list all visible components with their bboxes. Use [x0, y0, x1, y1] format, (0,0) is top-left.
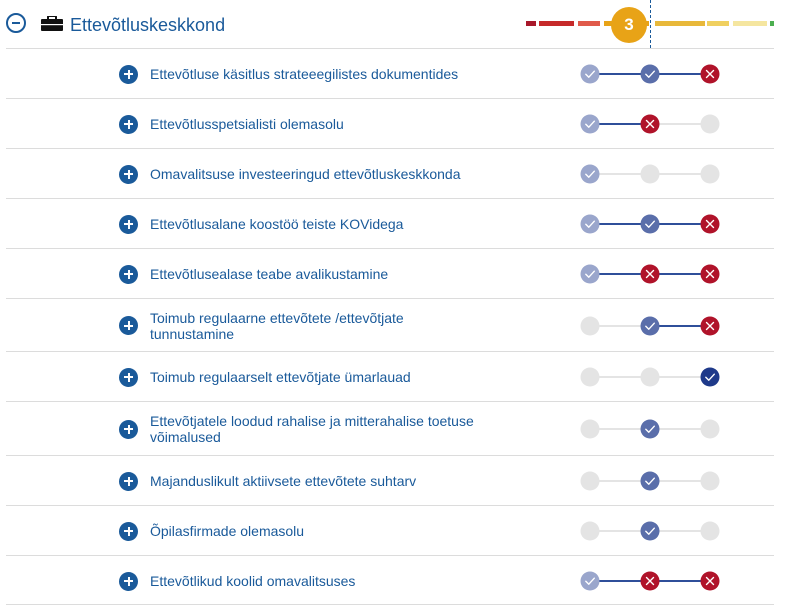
indicator-label[interactable]: Ettevõtlikud koolid omavalitsuses: [150, 573, 480, 589]
check-status-icon: [640, 64, 660, 84]
cross-status-icon: [700, 264, 720, 284]
indicator-row[interactable]: Ettevõtlusalane koostöö teiste KOVidega: [6, 198, 774, 248]
expand-plus-icon[interactable]: [119, 114, 138, 134]
scale-segment: [707, 21, 729, 26]
indicator-row[interactable]: Ettevõtjatele loodud rahalise ja mittera…: [6, 401, 774, 455]
expand-plus-icon[interactable]: [119, 419, 138, 439]
scale-segment: [578, 21, 600, 26]
scale-segment: [733, 21, 767, 26]
indicator-label[interactable]: Õpilasfirmade olemasolu: [150, 523, 480, 539]
indicator-row[interactable]: Majanduslikult aktiivsete ettevõtete suh…: [6, 455, 774, 505]
indicator-label[interactable]: Ettevõtlusalane koostöö teiste KOVidega: [150, 216, 480, 232]
expand-plus-icon[interactable]: [119, 571, 138, 591]
cross-status-icon: [640, 114, 660, 134]
expand-plus-icon[interactable]: [119, 214, 138, 234]
indicator-label[interactable]: Ettevõtlusspetsialisti olemasolu: [150, 116, 480, 132]
indicator-row[interactable]: Ettevõtlusealase teabe avalikustamine: [6, 248, 774, 298]
section-title[interactable]: Ettevõtluskeskkond: [70, 15, 225, 36]
indicator-label[interactable]: Toimub regulaarselt ettevõtjate ümarlaua…: [150, 369, 480, 385]
cross-status-icon: [700, 214, 720, 234]
scale-segment: [539, 21, 574, 26]
cross-status-icon: [640, 264, 660, 284]
section-header: Ettevõtluskeskkond 3: [0, 0, 786, 48]
score-badge: 3: [611, 7, 647, 43]
indicator-label[interactable]: Majanduslikult aktiivsete ettevõtete suh…: [150, 473, 480, 489]
check-status-icon: [640, 419, 660, 439]
indicator-row[interactable]: Toimub regulaarne ettevõtete /ettevõtjat…: [6, 298, 774, 351]
check-status-icon: [580, 164, 600, 184]
cross-status-icon: [640, 571, 660, 591]
check-status-icon: [580, 64, 600, 84]
indicator-label[interactable]: Ettevõtlusealase teabe avalikustamine: [150, 266, 480, 282]
check-status-icon: [580, 264, 600, 284]
empty-status-icon: [580, 419, 600, 439]
empty-status-icon: [700, 471, 720, 491]
empty-status-icon: [580, 471, 600, 491]
score-marker-line: [650, 0, 651, 48]
indicator-row[interactable]: Ettevõtluse käsitlus strateeegilistes do…: [6, 48, 774, 98]
briefcase-icon: [41, 16, 63, 31]
scale-segment: [655, 21, 705, 26]
indicator-label[interactable]: Ettevõtluse käsitlus strateeegilistes do…: [150, 66, 480, 82]
empty-status-icon: [580, 316, 600, 336]
scale-segment: [526, 21, 536, 26]
expand-plus-icon[interactable]: [119, 367, 138, 387]
indicator-row[interactable]: Omavalitsuse investeeringud ettevõtluske…: [6, 148, 774, 198]
expand-plus-icon[interactable]: [119, 264, 138, 284]
check-status-icon: [640, 521, 660, 541]
empty-status-icon: [700, 419, 720, 439]
indicator-row[interactable]: Ettevõtlusspetsialisti olemasolu: [6, 98, 774, 148]
empty-status-icon: [580, 367, 600, 387]
empty-status-icon: [700, 521, 720, 541]
cross-status-icon: [700, 571, 720, 591]
check-status-icon: [640, 471, 660, 491]
indicator-label[interactable]: Omavalitsuse investeeringud ettevõtluske…: [150, 166, 480, 182]
check-status-icon: [580, 214, 600, 234]
empty-status-icon: [700, 114, 720, 134]
check-status-icon: [580, 571, 600, 591]
cross-status-icon: [700, 316, 720, 336]
expand-plus-icon[interactable]: [119, 521, 138, 541]
collapse-icon[interactable]: [6, 13, 26, 33]
indicator-row[interactable]: Ettevõtlikud koolid omavalitsuses: [6, 555, 774, 605]
check-status-icon: [640, 316, 660, 336]
empty-status-icon: [700, 164, 720, 184]
scale-segment: [770, 21, 774, 26]
check-status-icon: [700, 367, 720, 387]
indicator-row[interactable]: Õpilasfirmade olemasolu: [6, 505, 774, 555]
check-status-icon: [580, 114, 600, 134]
indicator-label[interactable]: Toimub regulaarne ettevõtete /ettevõtjat…: [150, 310, 480, 342]
indicator-label[interactable]: Ettevõtjatele loodud rahalise ja mittera…: [150, 413, 480, 445]
empty-status-icon: [580, 521, 600, 541]
cross-status-icon: [700, 64, 720, 84]
indicator-row[interactable]: Toimub regulaarselt ettevõtjate ümarlaua…: [6, 351, 774, 401]
expand-plus-icon[interactable]: [119, 64, 138, 84]
expand-plus-icon[interactable]: [119, 316, 138, 335]
expand-plus-icon[interactable]: [119, 471, 138, 491]
empty-status-icon: [640, 367, 660, 387]
expand-plus-icon[interactable]: [119, 164, 138, 184]
empty-status-icon: [640, 164, 660, 184]
check-status-icon: [640, 214, 660, 234]
